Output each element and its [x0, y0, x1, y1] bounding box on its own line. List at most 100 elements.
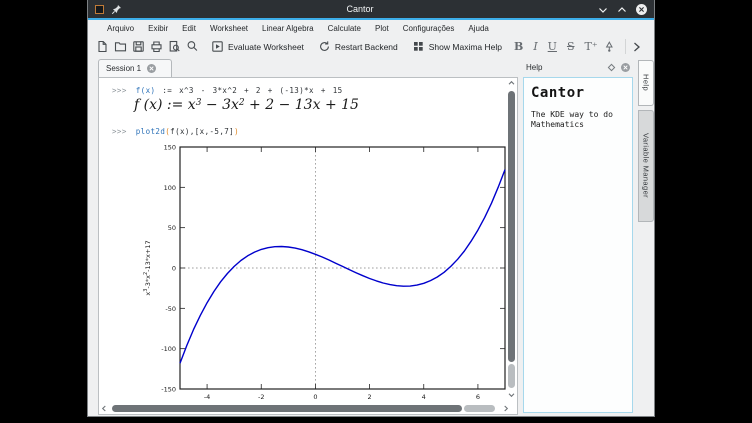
bold-button[interactable]: B: [514, 41, 523, 52]
text-color-button[interactable]: [603, 40, 616, 53]
close-icon: [147, 64, 156, 73]
menu-edit[interactable]: Edit: [175, 24, 203, 33]
code-text: f(x),[x,-5,7]: [170, 127, 234, 136]
print-preview-button[interactable]: [168, 40, 181, 53]
svg-text:-2: -2: [258, 393, 264, 401]
superscript-glyph: T⁺: [585, 40, 598, 53]
bold-glyph: B: [514, 40, 523, 53]
function-name: f(x): [136, 86, 156, 95]
strikethrough-glyph: S: [567, 40, 575, 53]
menu-arquivo[interactable]: Arquivo: [100, 24, 141, 33]
help-panel-header: Help: [521, 58, 635, 77]
toolbar-overflow-button[interactable]: [633, 41, 641, 53]
app-icon: [95, 5, 104, 14]
italic-glyph: I: [533, 40, 537, 53]
code-text: := x^3 - 3*x^2 + 2 + (-13)*x + 15: [155, 86, 342, 95]
svg-text:0: 0: [172, 265, 176, 273]
svg-text:0: 0: [313, 393, 317, 401]
save-button[interactable]: [132, 40, 145, 53]
horizontal-scrollbar-thumb[interactable]: [112, 405, 462, 412]
float-panel-icon[interactable]: [607, 63, 616, 72]
show-maxima-help-label: Show Maxima Help: [429, 42, 502, 52]
window-controls: [598, 2, 647, 17]
side-tab-variable-manager[interactable]: Variable Manager: [638, 110, 654, 222]
menu-configurações[interactable]: Configurações: [396, 24, 462, 33]
side-tab-strip: Help Variable Manager: [638, 58, 655, 222]
scroll-down-icon[interactable]: [508, 392, 515, 398]
underline-glyph: U: [548, 40, 557, 53]
math-text: − 3x: [201, 97, 238, 113]
window-title: Cantor: [122, 4, 598, 14]
show-maxima-help-button[interactable]: Show Maxima Help: [412, 40, 502, 53]
menu-linear-algebra[interactable]: Linear Algebra: [255, 24, 321, 33]
worksheet-panel[interactable]: >>> f(x) := x^3 - 3*x^2 + 2 + (-13)*x + 1…: [98, 77, 518, 415]
toolbar-separator: [625, 39, 626, 54]
svg-text:-4: -4: [204, 393, 210, 401]
print-icon: [150, 40, 163, 53]
svg-text:4: 4: [422, 393, 426, 401]
evaluate-worksheet-button[interactable]: Evaluate Worksheet: [211, 40, 304, 53]
titlebar[interactable]: Cantor: [88, 0, 654, 20]
svg-text:150: 150: [164, 144, 176, 152]
math-text: f (x) := x: [134, 97, 196, 113]
search-button[interactable]: [186, 40, 199, 53]
close-button[interactable]: [636, 4, 647, 15]
italic-button[interactable]: I: [533, 41, 537, 52]
underline-button[interactable]: U: [548, 41, 557, 52]
help-body-text: The KDE way to do Mathematics: [531, 110, 625, 131]
menu-worksheet[interactable]: Worksheet: [203, 24, 255, 33]
scroll-up-icon[interactable]: [508, 80, 515, 86]
vertical-scrollbar-track[interactable]: [508, 364, 515, 388]
restart-backend-button[interactable]: Restart Backend: [318, 40, 398, 53]
toolbar-overflow-area: [625, 39, 646, 54]
minimize-button[interactable]: [598, 2, 608, 17]
svg-text:6: 6: [476, 393, 480, 401]
restart-icon: [318, 40, 331, 53]
scroll-right-icon[interactable]: [503, 405, 509, 412]
print-preview-icon: [168, 40, 181, 53]
menu-bar: ArquivoExibirEditWorksheetLinear Algebra…: [88, 22, 654, 35]
vertical-scrollbar-thumb[interactable]: [508, 91, 515, 362]
horizontal-scrollbar[interactable]: [101, 404, 515, 413]
side-tab-help[interactable]: Help: [638, 60, 654, 106]
svg-text:x3-3*x2-13*x+17: x3-3*x2-13*x+17: [143, 240, 152, 295]
chevron-right-icon: [633, 41, 641, 53]
menu-plot[interactable]: Plot: [368, 24, 396, 33]
new-document-icon: [96, 40, 109, 53]
help-close-button[interactable]: [621, 63, 630, 72]
open-folder-button[interactable]: [114, 40, 127, 53]
menu-ajuda[interactable]: Ajuda: [461, 24, 495, 33]
pin-icon[interactable]: [111, 4, 122, 15]
toolbar: Evaluate Worksheet Restart Backend Show …: [88, 35, 654, 58]
svg-text:2: 2: [368, 393, 372, 401]
evaluate-worksheet-label: Evaluate Worksheet: [228, 42, 304, 52]
help-content: Cantor The KDE way to do Mathematics: [523, 77, 633, 413]
print-button[interactable]: [150, 40, 163, 53]
superscript-button[interactable]: T⁺: [585, 41, 598, 52]
scroll-left-icon[interactable]: [101, 405, 107, 412]
maximize-button[interactable]: [617, 2, 627, 17]
plot-image: -4-20246-150-100-50050100150x3-3*x2-13*x…: [137, 140, 511, 402]
strikethrough-button[interactable]: S: [567, 41, 575, 52]
chevron-down-icon: [598, 6, 608, 14]
worksheet-entry-1[interactable]: >>> f(x) := x^3 - 3*x^2 + 2 + (-13)*x + 1…: [112, 86, 343, 95]
open-folder-icon: [114, 40, 127, 53]
chevron-up-icon: [617, 6, 627, 14]
horizontal-scrollbar-track[interactable]: [464, 405, 495, 412]
new-document-button[interactable]: [96, 40, 109, 53]
menu-exibir[interactable]: Exibir: [141, 24, 175, 33]
help-heading: Cantor: [531, 85, 625, 101]
svg-text:-100: -100: [161, 345, 176, 353]
vertical-scrollbar[interactable]: [507, 80, 516, 400]
close-paren: ): [234, 127, 239, 136]
tab-close-button[interactable]: [147, 64, 156, 73]
close-icon: [621, 63, 630, 72]
help-panel-title: Help: [526, 63, 602, 72]
menu-calculate[interactable]: Calculate: [321, 24, 368, 33]
run-icon: [211, 40, 224, 53]
worksheet-entry-2[interactable]: >>>plot2d(f(x),[x,-5,7]): [112, 127, 239, 136]
prompt: >>>: [112, 127, 127, 136]
save-icon: [132, 40, 145, 53]
prompt: >>>: [112, 86, 127, 95]
tab-session-1[interactable]: Session 1: [98, 59, 172, 77]
